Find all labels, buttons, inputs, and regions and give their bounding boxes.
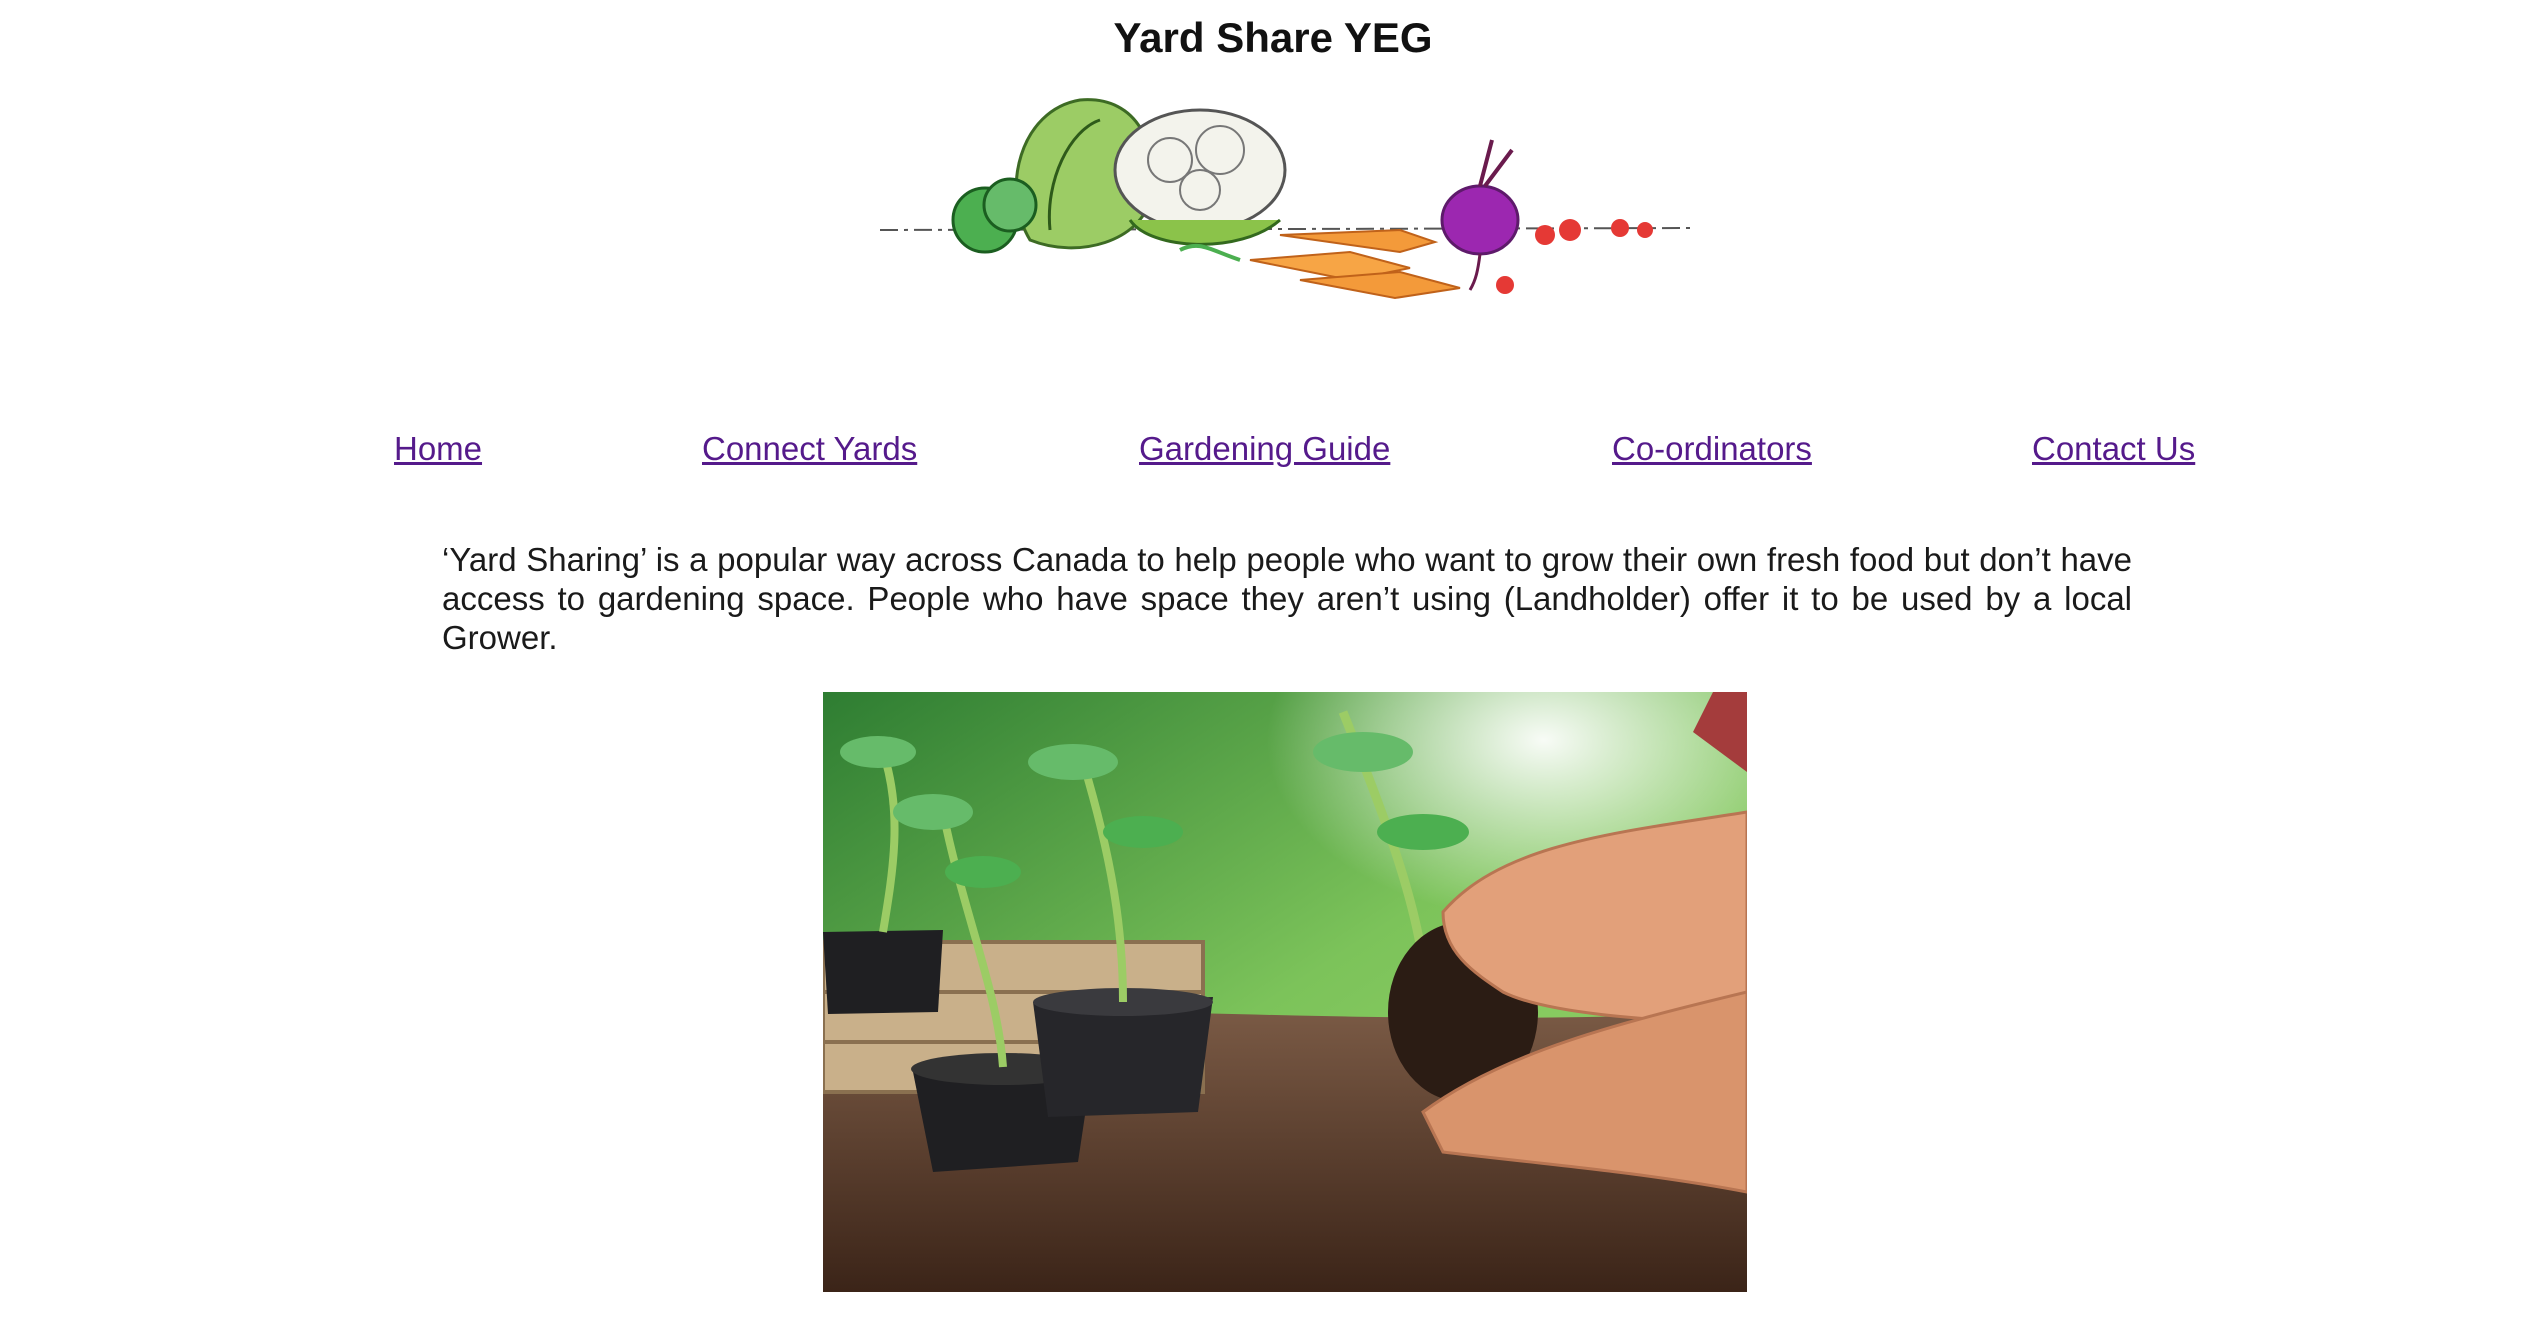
main-nav: Home Connect Yards Gardening Guide Co-or… — [0, 430, 2546, 480]
nav-link-co-ordinators[interactable]: Co-ordinators — [1612, 430, 1812, 468]
nav-link-contact-us[interactable]: Contact Us — [2032, 430, 2195, 468]
page-title: Yard Share YEG — [1113, 14, 1433, 61]
nav-link-connect-yards[interactable]: Connect Yards — [702, 430, 917, 468]
vegetable-banner-image — [880, 98, 1691, 300]
nav-link-home[interactable]: Home — [394, 430, 482, 468]
nav-link-gardening-guide[interactable]: Gardening Guide — [1139, 430, 1390, 468]
intro-paragraph: ‘Yard Sharing’ is a popular way across C… — [442, 541, 2132, 656]
planting-seedlings-photo — [823, 692, 1747, 1292]
